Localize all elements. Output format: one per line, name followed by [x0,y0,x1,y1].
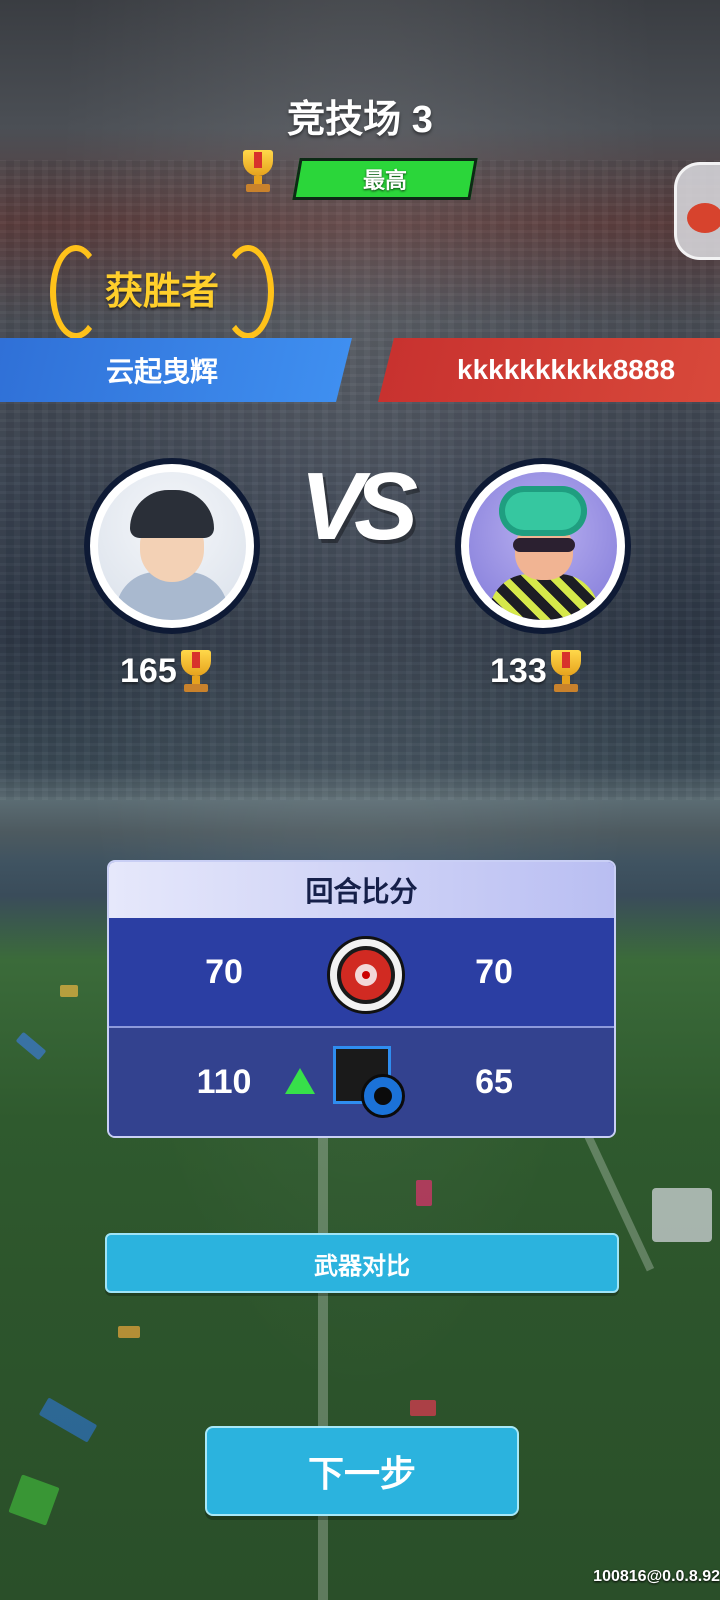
rank-badge: 最高 [292,158,478,200]
field-marker-sign [652,1188,712,1242]
left-player-trophies: 165 [120,650,211,692]
confetti [410,1400,436,1416]
left-score: 70 [205,952,243,991]
right-trophy-count: 133 [490,651,547,690]
side-menu-bubble[interactable] [674,162,720,260]
next-button[interactable]: 下一步 [205,1426,519,1516]
field-line [318,1120,328,1600]
winner-label: 获胜者 [104,270,219,313]
round-score-panel: 回合比分 70 70 110 65 [107,860,616,1138]
rank-label: 最高 [362,168,407,193]
winner-banner: 获胜者 [46,245,278,339]
version-label: 100816@0.0.8.92 [593,1568,720,1585]
confetti [416,1180,432,1206]
vs-label: VS [300,453,418,560]
confetti [60,985,78,997]
target-icon [327,936,405,1014]
left-player-name: 云起曳辉 [105,356,218,387]
shapes-icon [327,1044,405,1120]
laurel-left-icon [50,245,102,339]
right-player-name-bar: kkkkkkkkkk8888 [378,338,720,402]
round-score-title: 回合比分 [109,862,614,918]
left-player-avatar[interactable] [84,458,260,634]
weapon-compare-button[interactable]: 武器对比 [105,1233,619,1293]
right-player-name: kkkkkkkkkk8888 [456,354,675,385]
right-player-avatar[interactable] [455,458,631,634]
confetti [118,1326,140,1338]
right-score: 65 [475,1062,513,1101]
right-score: 70 [475,952,513,991]
score-row: 110 65 [109,1028,614,1136]
right-player-trophies: 133 [490,650,581,692]
trophy-icon [180,650,211,692]
laurel-right-icon [222,245,274,339]
left-trophy-count: 165 [120,651,177,690]
trophy-icon [550,650,581,692]
arena-title: 竞技场 3 [287,99,433,141]
arrow-up-icon [285,1068,315,1094]
left-score: 110 [196,1062,252,1101]
trophy-icon [243,150,273,192]
left-player-name-bar: 云起曳辉 [0,338,352,402]
score-row: 70 70 [109,918,614,1028]
